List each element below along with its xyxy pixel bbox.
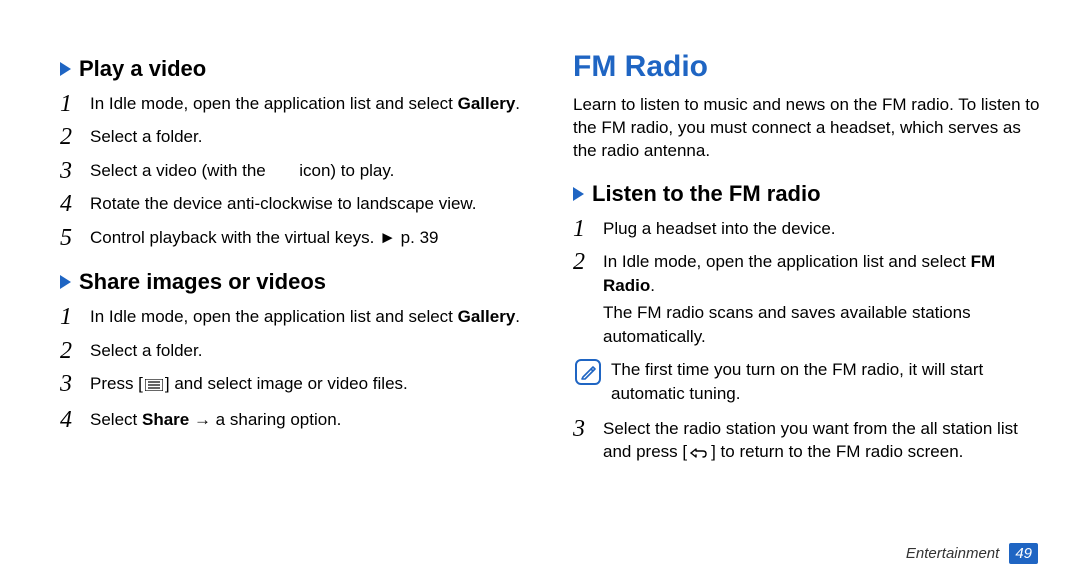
step-text: Rotate the device anti-clockwise to land… xyxy=(90,194,476,213)
step-text: Select a folder. xyxy=(90,341,202,360)
bold-term: Gallery xyxy=(458,94,516,113)
step-text: In Idle mode, open the application list … xyxy=(603,252,971,271)
note-icon xyxy=(575,359,601,385)
step-item: Plug a headset into the device. xyxy=(573,217,1042,240)
chevron-right-icon xyxy=(573,187,584,201)
step-item: Select Share → a sharing option. xyxy=(60,408,529,431)
heading-text: Share images or videos xyxy=(79,269,326,295)
heading-share-images-or-videos: Share images or videos xyxy=(60,269,529,295)
steps-share: In Idle mode, open the application list … xyxy=(60,305,529,431)
step-text: Control playback with the virtual keys. … xyxy=(90,228,438,247)
step-item: Select the radio station you want from t… xyxy=(573,417,1042,466)
step-text: Select xyxy=(90,410,142,429)
step-text: Select a video (with the xyxy=(90,161,270,180)
heading-text: Listen to the FM radio xyxy=(592,181,821,207)
chevron-right-icon xyxy=(60,62,71,76)
step-text: . xyxy=(650,276,655,295)
steps-listen-fm-continued: Select the radio station you want from t… xyxy=(573,417,1042,466)
step-text: → a sharing option. xyxy=(189,410,341,429)
step-item: Select a folder. xyxy=(60,339,529,362)
step-text: Select a folder. xyxy=(90,127,202,146)
steps-play-a-video: In Idle mode, open the application list … xyxy=(60,92,529,249)
intro-text: Learn to listen to music and news on the… xyxy=(573,94,1042,163)
step-item: Rotate the device anti-clockwise to land… xyxy=(60,192,529,215)
step-text: . xyxy=(515,307,520,326)
bold-term: Gallery xyxy=(458,307,516,326)
step-item: Press [ ] and select image or video files… xyxy=(60,372,529,397)
back-key-icon xyxy=(689,442,709,465)
step-item: In Idle mode, open the application list … xyxy=(60,92,529,115)
heading-text: Play a video xyxy=(79,56,206,82)
step-text: In Idle mode, open the application list … xyxy=(90,94,458,113)
page-footer: Entertainment 49 xyxy=(906,543,1038,564)
step-item: In Idle mode, open the application list … xyxy=(60,305,529,328)
page-body: Play a video In Idle mode, open the appl… xyxy=(0,0,1080,486)
step-text: Plug a headset into the device. xyxy=(603,219,836,238)
step-text: Press [ xyxy=(90,374,143,393)
chevron-right-icon xyxy=(60,275,71,289)
steps-listen-fm: Plug a headset into the device. In Idle … xyxy=(573,217,1042,348)
right-column: FM Radio Learn to listen to music and ne… xyxy=(573,50,1042,486)
menu-key-icon xyxy=(145,374,163,397)
step-subtext: The FM radio scans and saves available s… xyxy=(603,301,1042,348)
note-text: The first time you turn on the FM radio,… xyxy=(611,358,1042,405)
left-column: Play a video In Idle mode, open the appl… xyxy=(60,50,529,486)
heading-play-a-video: Play a video xyxy=(60,56,529,82)
step-text: ] to return to the FM radio screen. xyxy=(711,442,963,461)
step-text: In Idle mode, open the application list … xyxy=(90,307,458,326)
footer-section-name: Entertainment xyxy=(906,545,999,562)
bold-term: Share xyxy=(142,410,189,429)
heading-listen-to-fm-radio: Listen to the FM radio xyxy=(573,181,1042,207)
step-text: ] and select image or video files. xyxy=(165,374,408,393)
note-block: The first time you turn on the FM radio,… xyxy=(573,358,1042,405)
step-item: Select a video (with the icon) to play. xyxy=(60,159,529,182)
step-item: In Idle mode, open the application list … xyxy=(573,250,1042,348)
step-item: Select a folder. xyxy=(60,125,529,148)
footer-page-number: 49 xyxy=(1009,543,1038,564)
step-text: . xyxy=(515,94,520,113)
section-title-fm-radio: FM Radio xyxy=(573,50,1042,84)
step-item: Control playback with the virtual keys. … xyxy=(60,226,529,249)
step-text: icon) to play. xyxy=(299,161,394,180)
